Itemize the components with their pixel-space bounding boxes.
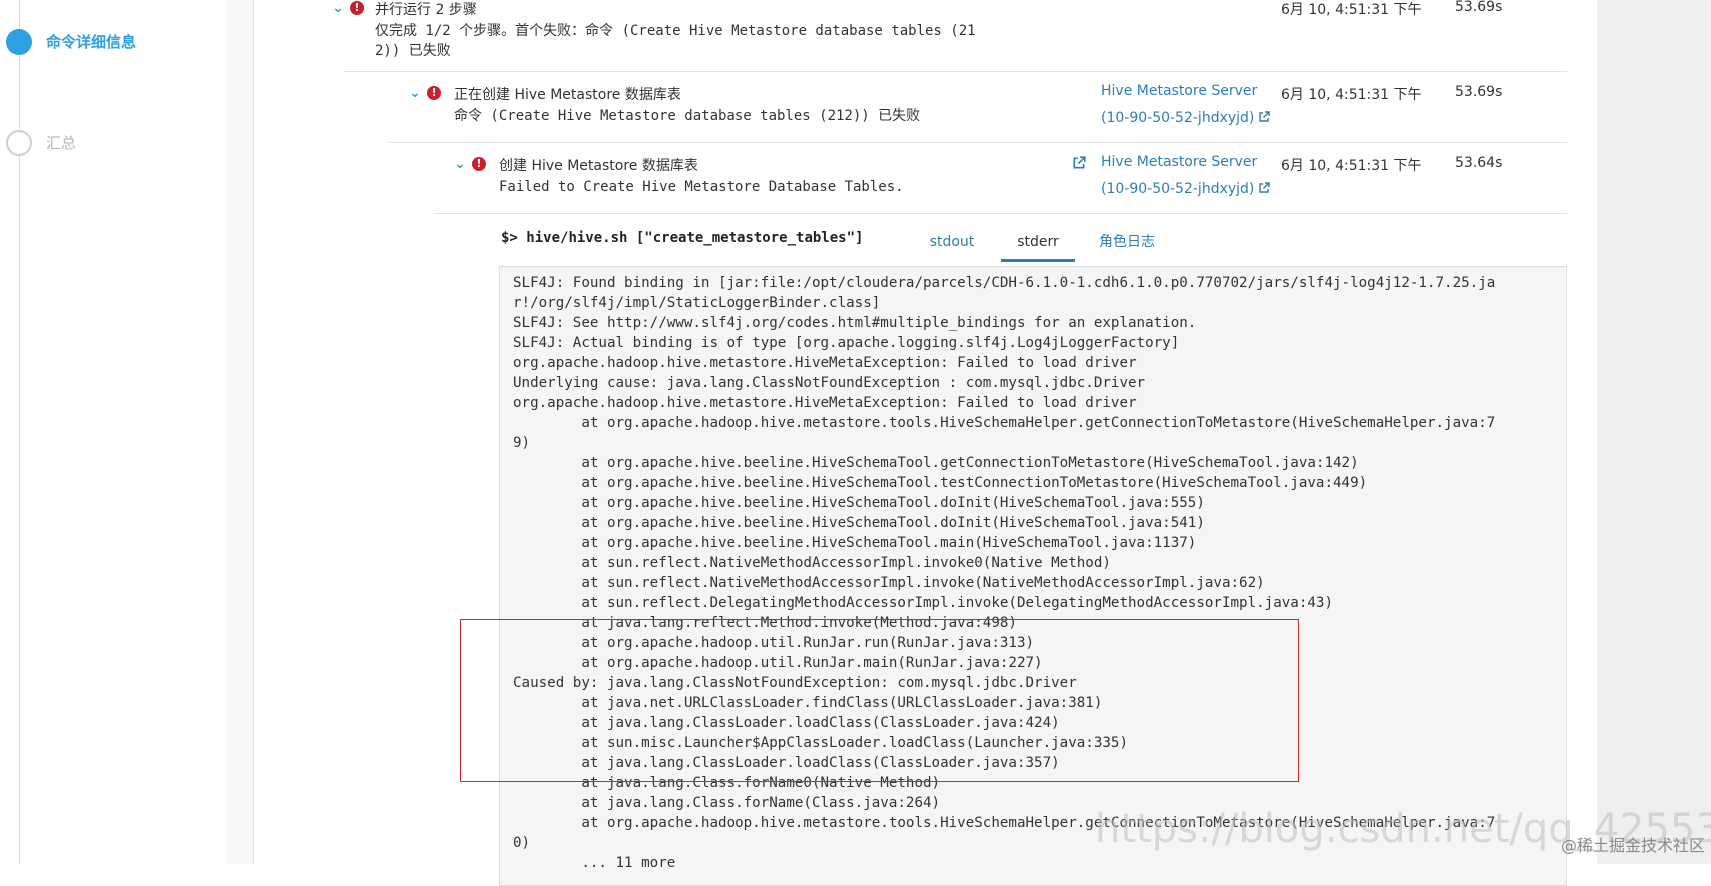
step-description: 仅完成 1/2 个步骤。首个失败：命令 (Create Hive Metasto… <box>375 23 976 59</box>
error-highlight-box <box>460 619 1299 782</box>
page-right-gutter <box>1597 0 1711 864</box>
error-icon: ! <box>472 157 486 171</box>
log-line: SLF4J: See http://www.slf4j.org/codes.ht… <box>513 315 1197 331</box>
external-link-icon[interactable] <box>1072 156 1086 170</box>
command-line: $> hive/hive.sh ["create_metastore_table… <box>501 230 863 246</box>
external-link-icon[interactable] <box>1258 111 1271 123</box>
chevron-down-icon[interactable]: ⌄ <box>408 86 422 100</box>
host-role-name[interactable]: Hive Metastore Server <box>1101 78 1270 105</box>
step-description: 命令 (Create Hive Metastore database table… <box>454 108 921 124</box>
log-line: at org.apache.hive.beeline.HiveSchemaToo… <box>513 535 1197 551</box>
log-line: r!/org/slf4j/impl/StaticLoggerBinder.cla… <box>513 295 881 311</box>
wizard-steps-panel: 命令详细信息 汇总 <box>0 0 227 864</box>
host-id[interactable]: (10-90-50-52-jhdxyjd) <box>1101 181 1254 197</box>
host-id[interactable]: (10-90-50-52-jhdxyjd) <box>1101 110 1254 126</box>
step-title: 创建 Hive Metastore 数据库表 <box>499 158 698 174</box>
shell-prompt: $> <box>501 230 518 246</box>
host-link[interactable]: Hive Metastore Server (10-90-50-52-jhdxy… <box>1101 149 1271 203</box>
error-icon: ! <box>350 1 364 15</box>
step-title: 正在创建 Hive Metastore 数据库表 <box>454 87 681 103</box>
step-time: 6月 10, 4:51:31 下午 <box>1281 158 1422 174</box>
tab-stdout[interactable]: stdout <box>915 222 989 262</box>
host-role-name[interactable]: Hive Metastore Server <box>1101 149 1270 176</box>
panel-gutter <box>226 0 254 864</box>
log-line: at org.apache.hive.beeline.HiveSchemaToo… <box>513 495 1205 511</box>
step-duration: 53.69s <box>1455 84 1503 100</box>
step-duration: 53.64s <box>1455 155 1503 171</box>
tab-stderr[interactable]: stderr <box>1001 222 1075 262</box>
step-dot-inactive <box>6 130 32 156</box>
step-dot-active <box>6 29 32 55</box>
row-divider <box>434 213 1567 214</box>
chevron-down-icon[interactable]: ⌄ <box>331 1 345 15</box>
log-line: at java.lang.Class.forName(Class.java:26… <box>513 795 941 811</box>
log-line: ... 11 more <box>513 855 676 871</box>
log-line: at sun.reflect.NativeMethodAccessorImpl.… <box>513 555 1111 571</box>
log-line: org.apache.hadoop.hive.metastore.HiveMet… <box>513 355 1137 371</box>
log-line: 9) <box>513 435 531 451</box>
step-time: 6月 10, 4:51:31 下午 <box>1281 2 1422 18</box>
log-line: at org.apache.hadoop.hive.metastore.tool… <box>513 415 1496 431</box>
log-line: SLF4J: Actual binding is of type [org.ap… <box>513 335 1180 351</box>
external-link-icon[interactable] <box>1258 182 1271 194</box>
log-line: 0) <box>513 835 531 851</box>
host-link[interactable]: Hive Metastore Server (10-90-50-52-jhdxy… <box>1101 78 1271 132</box>
step-summary[interactable]: 汇总 <box>46 132 76 153</box>
step-time: 6月 10, 4:51:31 下午 <box>1281 87 1422 103</box>
command-text: hive/hive.sh ["create_metastore_tables"] <box>526 230 864 246</box>
log-line: org.apache.hadoop.hive.metastore.HiveMet… <box>513 395 1137 411</box>
row-divider <box>389 142 1567 143</box>
step-title: 并行运行 2 步骤 <box>375 2 477 18</box>
log-line: SLF4J: Found binding in [jar:file:/opt/c… <box>513 275 1496 291</box>
step-duration: 53.69s <box>1455 0 1503 15</box>
log-line: at sun.reflect.NativeMethodAccessorImpl.… <box>513 575 1265 591</box>
row-divider <box>344 71 1567 72</box>
stderr-log-output[interactable]: SLF4J: Found binding in [jar:file:/opt/c… <box>499 266 1567 886</box>
tab-role-log[interactable]: 角色日志 <box>1087 222 1167 262</box>
log-line: at org.apache.hive.beeline.HiveSchemaToo… <box>513 475 1368 491</box>
log-line: Underlying cause: java.lang.ClassNotFoun… <box>513 375 1146 391</box>
watermark-text: @稀土掘金技术社区 <box>1560 836 1705 855</box>
log-line: at org.apache.hive.beeline.HiveSchemaToo… <box>513 515 1205 531</box>
log-line: at sun.reflect.DelegatingMethodAccessorI… <box>513 595 1333 611</box>
log-line: at org.apache.hive.beeline.HiveSchemaToo… <box>513 455 1359 471</box>
chevron-down-icon[interactable]: ⌄ <box>453 157 467 171</box>
step-command-details[interactable]: 命令详细信息 <box>46 31 136 52</box>
error-icon: ! <box>427 86 441 100</box>
step-description: Failed to Create Hive Metastore Database… <box>499 179 904 195</box>
